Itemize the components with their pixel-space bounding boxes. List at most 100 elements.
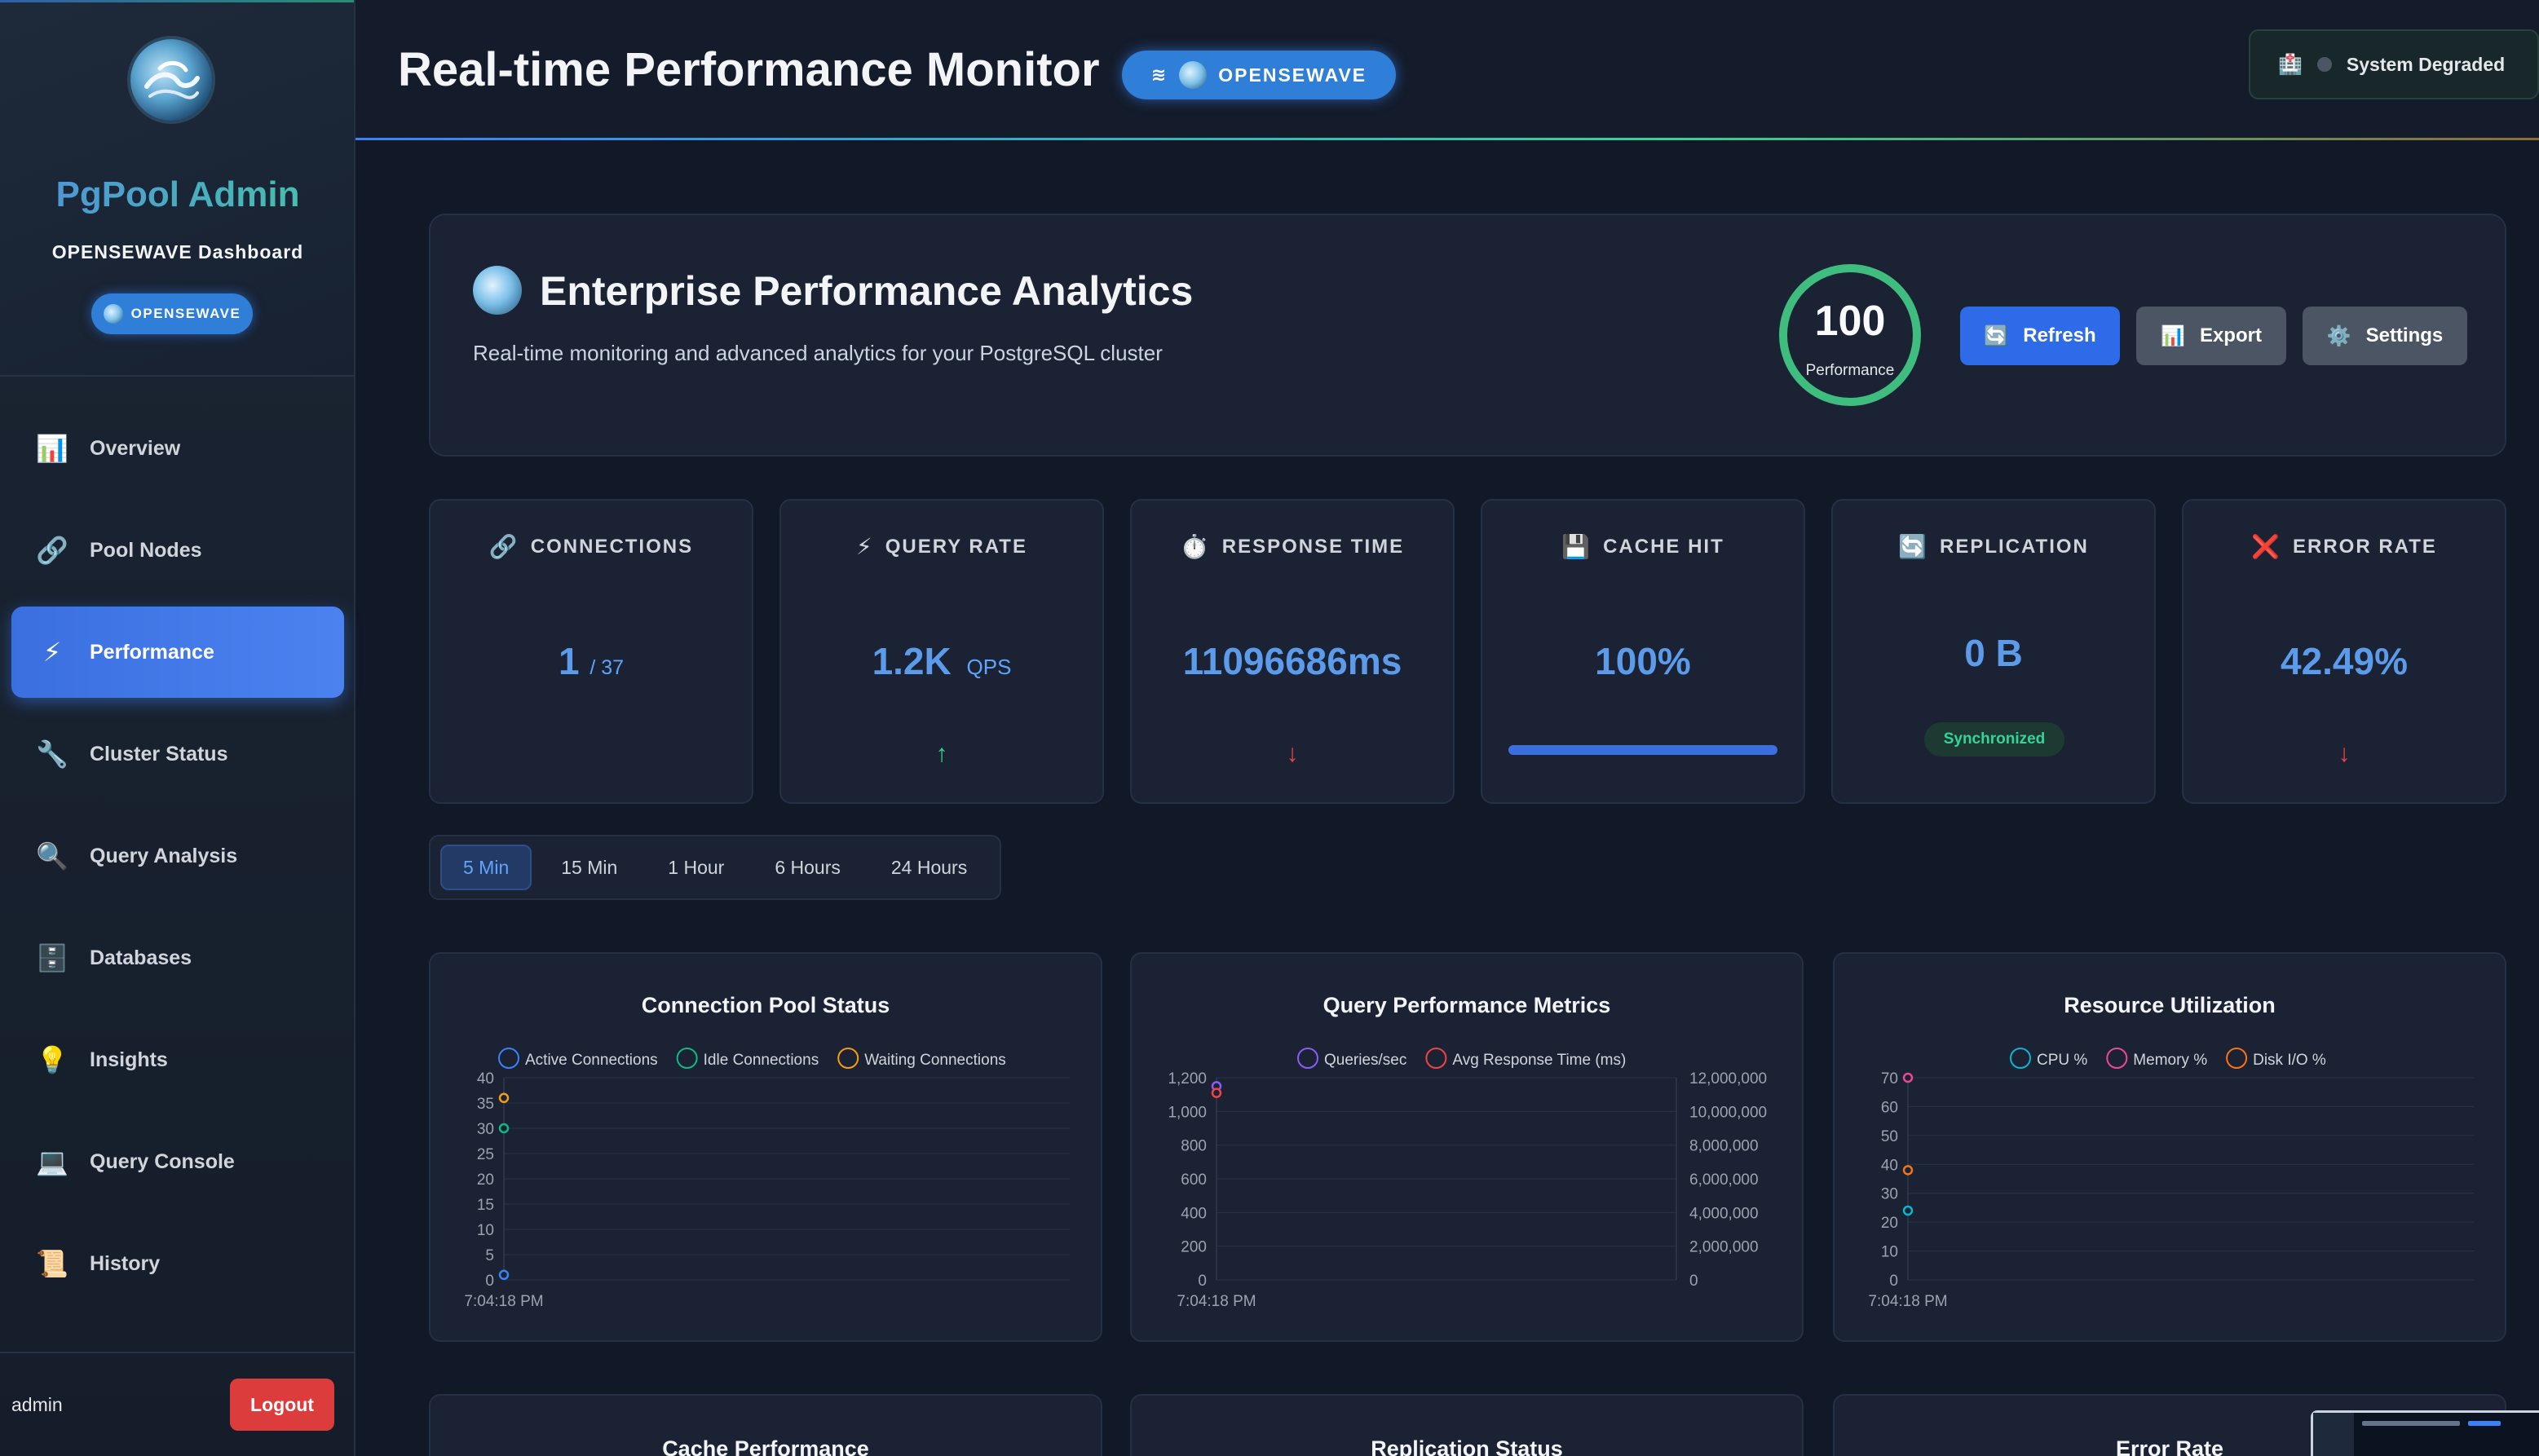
export-button[interactable]: 📊 Export bbox=[2136, 307, 2286, 365]
system-status[interactable]: 🏥 System Degraded bbox=[2249, 29, 2539, 99]
metric-header: ❌ ERROR RATE bbox=[2184, 533, 2505, 560]
y-tick-label: 200 bbox=[1181, 1239, 1207, 1256]
sync-icon: 🔄 bbox=[1898, 534, 1928, 559]
sidebar-footer: admin Logout bbox=[0, 1352, 355, 1456]
sidebar: PgPool Admin OPENSEWAVE Dashboard OPENSE… bbox=[0, 0, 355, 1456]
sidebar-item-label: Insights bbox=[90, 1048, 168, 1071]
query-rate-value: 1.2K bbox=[872, 640, 952, 682]
metric-value: 1.2K QPS bbox=[781, 639, 1102, 683]
legend-item[interactable]: Disk I/O % bbox=[2226, 1048, 2326, 1069]
sidebar-header: PgPool Admin OPENSEWAVE Dashboard OPENSE… bbox=[0, 0, 354, 377]
wave-logo-icon bbox=[473, 266, 522, 315]
legend-item[interactable]: Waiting Connections bbox=[837, 1048, 1006, 1069]
sidebar-item-label: History bbox=[90, 1251, 161, 1275]
bar-chart-icon: 📊 bbox=[2161, 324, 2185, 347]
metric-label: REPLICATION bbox=[1939, 535, 2089, 558]
sidebar-item-overview[interactable]: 📊 Overview bbox=[11, 403, 344, 494]
logout-button[interactable]: Logout bbox=[230, 1379, 334, 1431]
y-tick-label: 400 bbox=[1181, 1205, 1207, 1222]
tab-24-hours[interactable]: 24 Hours bbox=[870, 845, 988, 890]
thumbnail-title bbox=[2362, 1421, 2460, 1426]
sidebar-item-label: Databases bbox=[90, 946, 192, 969]
sidebar-item-insights[interactable]: 💡 Insights bbox=[11, 1014, 344, 1105]
sidebar-item-cluster-status[interactable]: 🔧 Cluster Status bbox=[11, 708, 344, 800]
header-badge-label: OPENSEWAVE bbox=[1218, 64, 1367, 86]
y-tick-label: 15 bbox=[477, 1197, 494, 1214]
legend-item[interactable]: Active Connections bbox=[498, 1048, 658, 1069]
y-tick-label: 0 bbox=[1889, 1273, 1898, 1290]
performance-score-label: Performance bbox=[1805, 362, 1895, 379]
data-point[interactable] bbox=[1902, 1165, 1914, 1176]
data-point[interactable] bbox=[498, 1092, 510, 1104]
legend-item[interactable]: Avg Response Time (ms) bbox=[1425, 1048, 1626, 1069]
y2-tick-label: 6,000,000 bbox=[1689, 1171, 1759, 1189]
tab-5-min[interactable]: 5 Min bbox=[440, 845, 532, 890]
metric-card-response-time[interactable]: ⏱️ RESPONSE TIME 11096686ms ↓ bbox=[1130, 499, 1455, 804]
legend-swatch bbox=[2226, 1048, 2248, 1069]
legend-swatch bbox=[837, 1048, 859, 1069]
y2-tick-label: 4,000,000 bbox=[1689, 1205, 1759, 1222]
export-label: Export bbox=[2199, 324, 2262, 346]
y-tick-label: 30 bbox=[477, 1121, 494, 1138]
legend-swatch bbox=[676, 1048, 698, 1069]
data-point[interactable] bbox=[1902, 1072, 1914, 1083]
refresh-button[interactable]: 🔄 Refresh bbox=[1960, 307, 2120, 365]
cache-hit-value: 100% bbox=[1595, 640, 1691, 682]
tab-6-hours[interactable]: 6 Hours bbox=[753, 845, 862, 890]
y-tick-label: 25 bbox=[477, 1146, 494, 1163]
sidebar-nav: 📊 Overview 🔗 Pool Nodes ⚡ Performance 🔧 … bbox=[0, 403, 355, 1320]
legend-swatch bbox=[2106, 1048, 2128, 1069]
metric-label: QUERY RATE bbox=[885, 535, 1027, 558]
legend-swatch bbox=[2010, 1048, 2031, 1069]
wave-icon: ≋ bbox=[1150, 64, 1168, 85]
connections-max: / 37 bbox=[589, 656, 625, 679]
magnifier-icon: 🔍 bbox=[36, 841, 68, 871]
legend-swatch bbox=[498, 1048, 519, 1069]
trend-up-icon: ↑ bbox=[935, 740, 948, 767]
chart-card-connection-pool: Connection Pool Status Active Connection… bbox=[429, 952, 1102, 1342]
sidebar-item-pool-nodes[interactable]: 🔗 Pool Nodes bbox=[11, 505, 344, 596]
performance-score: 100 bbox=[1814, 298, 1886, 345]
file-cabinet-icon: 🗄️ bbox=[36, 943, 68, 973]
metric-card-cache-hit[interactable]: 💾 CACHE HIT 100% bbox=[1481, 499, 1805, 804]
connections-value: 1 bbox=[558, 640, 580, 682]
metric-card-replication[interactable]: 🔄 REPLICATION 0 B Synchronized bbox=[1831, 499, 2156, 804]
chart-title: Replication Status bbox=[1371, 1436, 1563, 1456]
tab-15-min[interactable]: 15 Min bbox=[540, 845, 638, 890]
sidebar-item-performance[interactable]: ⚡ Performance bbox=[11, 607, 344, 698]
data-point[interactable] bbox=[498, 1123, 510, 1134]
legend-item[interactable]: Idle Connections bbox=[676, 1048, 819, 1069]
legend-label: Queries/sec bbox=[1324, 1052, 1406, 1069]
legend-item[interactable]: CPU % bbox=[2010, 1048, 2087, 1069]
data-point[interactable] bbox=[498, 1269, 510, 1281]
lightning-icon: ⚡ bbox=[42, 638, 62, 667]
data-point[interactable] bbox=[1902, 1205, 1914, 1216]
resource-utilization-chart[interactable]: CPU % Memory % Disk I/O % 0 10 20 30 40 50 60 70 7:… bbox=[1835, 954, 2508, 1343]
sidebar-item-databases[interactable]: 🗄️ Databases bbox=[11, 912, 344, 1004]
data-point[interactable] bbox=[1211, 1088, 1222, 1098]
sidebar-item-query-console[interactable]: 💻 Query Console bbox=[11, 1116, 344, 1207]
sidebar-item-query-analysis[interactable]: 🔍 Query Analysis bbox=[11, 810, 344, 902]
hero-panel: Enterprise Performance Analytics Real-ti… bbox=[429, 214, 2506, 457]
query-performance-chart[interactable]: Queries/sec Avg Response Time (ms) 0 200 400… bbox=[1132, 954, 1805, 1343]
screenshot-thumbnail[interactable] bbox=[2311, 1410, 2539, 1456]
legend-item[interactable]: Memory % bbox=[2106, 1048, 2207, 1069]
status-dot bbox=[2316, 57, 2332, 72]
metric-card-query-rate[interactable]: ⚡ QUERY RATE 1.2K QPS ↑ bbox=[779, 499, 1104, 804]
metric-card-error-rate[interactable]: ❌ ERROR RATE 42.49% ↓ bbox=[2182, 499, 2506, 804]
connection-pool-chart[interactable]: Active Connections Idle Connections Waitin… bbox=[431, 954, 1104, 1343]
brand-title: PgPool Admin bbox=[0, 174, 355, 215]
status-badge: Synchronized bbox=[1924, 722, 2064, 757]
y-tick-label: 800 bbox=[1181, 1138, 1207, 1155]
legend-item[interactable]: Queries/sec bbox=[1297, 1048, 1406, 1069]
metric-card-connections[interactable]: 🔗 CONNECTIONS 1 / 37 bbox=[429, 499, 753, 804]
sidebar-item-label: Pool Nodes bbox=[90, 538, 202, 562]
sidebar-item-history[interactable]: 📜 History bbox=[11, 1218, 344, 1309]
metric-header: 💾 CACHE HIT bbox=[1482, 533, 1804, 560]
y-tick-label: 1,000 bbox=[1168, 1104, 1207, 1121]
legend-label: Active Connections bbox=[525, 1052, 658, 1069]
response-time-value: 11096686ms bbox=[1182, 640, 1402, 682]
settings-button[interactable]: ⚙️ Settings bbox=[2303, 307, 2467, 365]
legend-label: Waiting Connections bbox=[864, 1052, 1006, 1069]
tab-1-hour[interactable]: 1 Hour bbox=[647, 845, 745, 890]
